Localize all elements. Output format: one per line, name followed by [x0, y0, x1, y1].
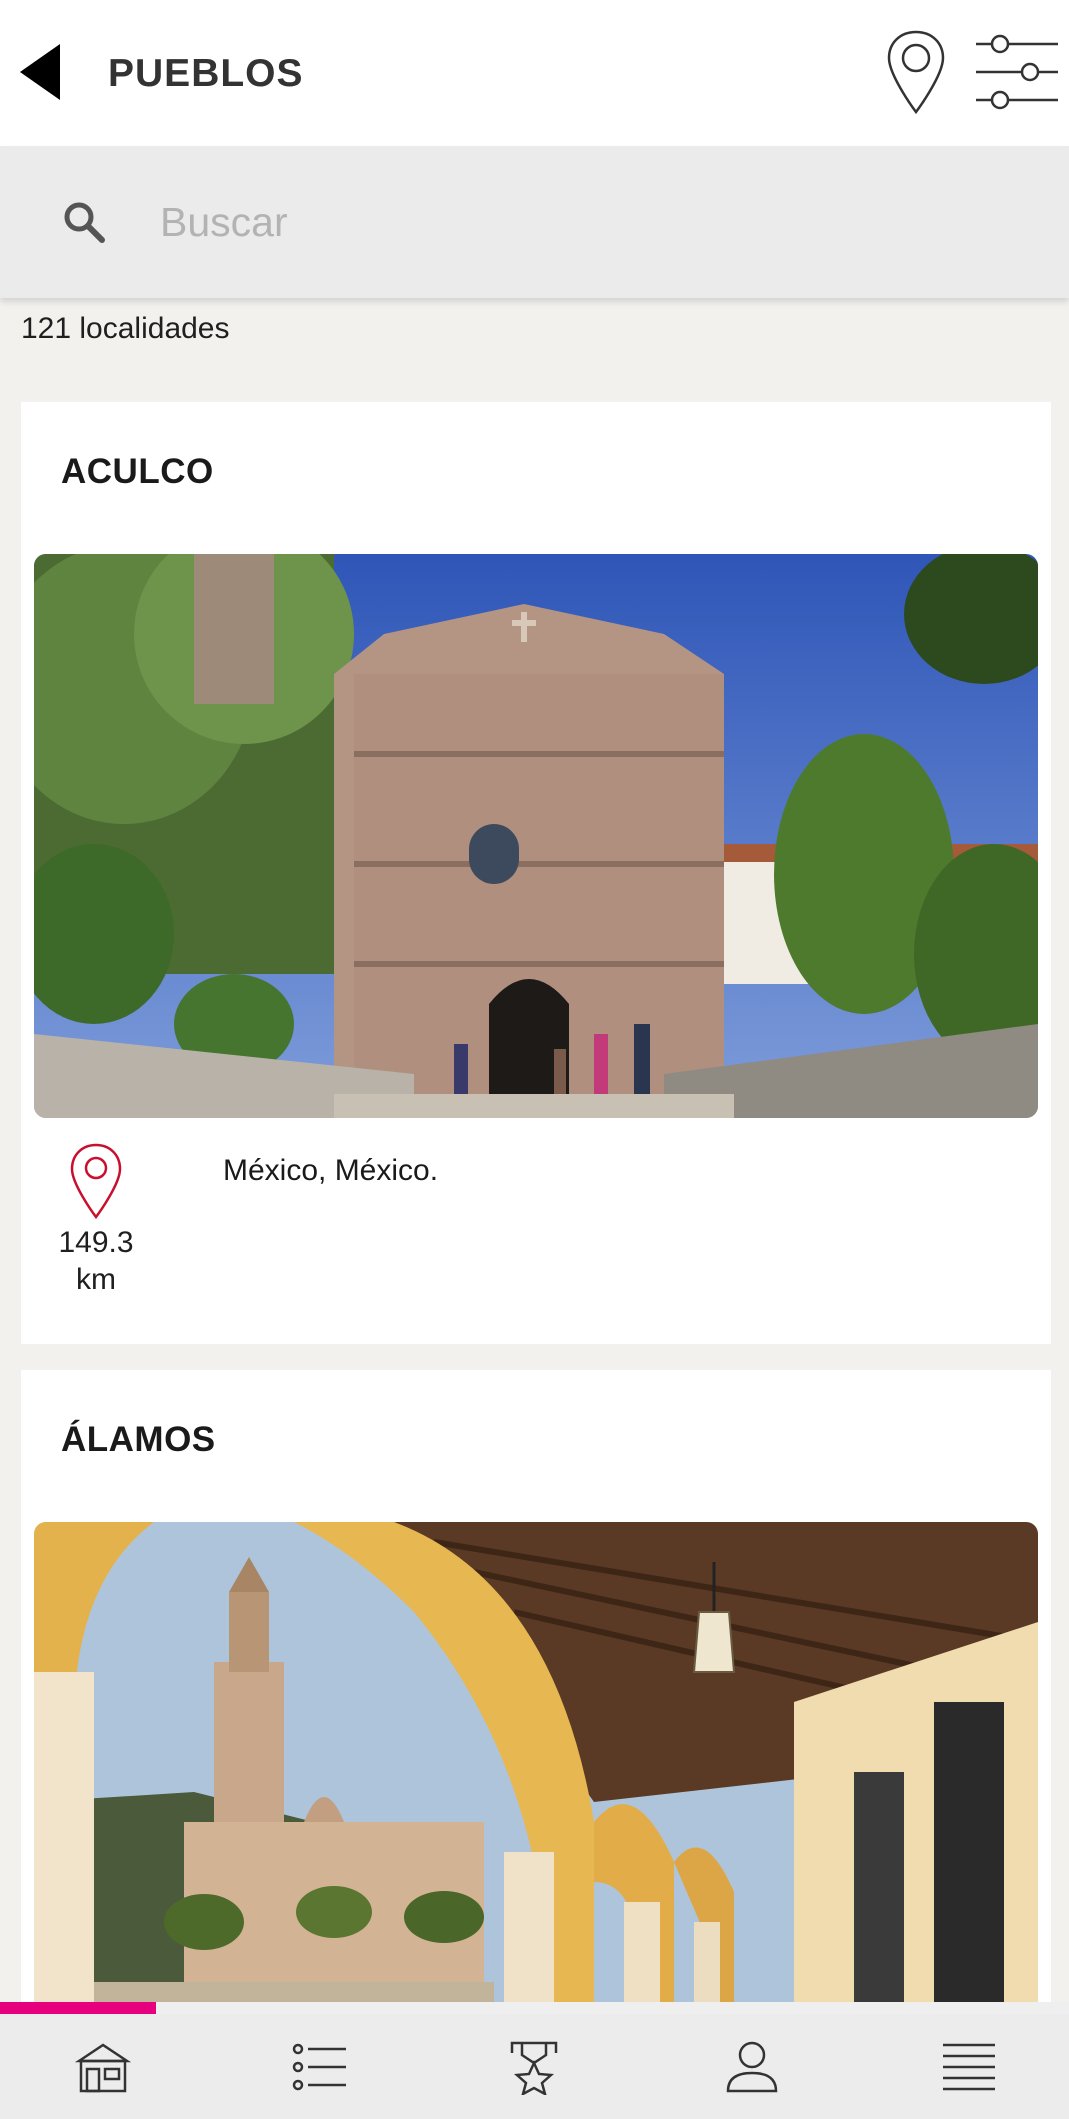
distance-unit: km	[76, 1263, 116, 1296]
town-card[interactable]: ACULCO 149.3 km México, México.	[21, 402, 1051, 1344]
distance-value: 149.3	[58, 1226, 134, 1259]
arcade-church-photo[interactable]	[34, 1522, 1038, 2030]
back-button[interactable]	[16, 40, 64, 104]
town-name: ACULCO	[61, 452, 214, 491]
results-count: 121 localidades	[21, 312, 230, 345]
tab-profile[interactable]	[692, 2014, 812, 2119]
town-card[interactable]: ÁLAMOS	[21, 1370, 1051, 2030]
list-icon	[292, 2043, 346, 2090]
filter-button[interactable]	[974, 34, 1058, 110]
sliders-icon	[976, 34, 1058, 110]
page-title: PUEBLOS	[108, 52, 304, 95]
location-pin-icon	[70, 1143, 122, 1220]
back-arrow-icon	[20, 44, 60, 100]
distance-label: 149.3 km	[51, 1224, 141, 1298]
menu-icon	[943, 2043, 995, 2090]
map-view-button[interactable]	[884, 28, 948, 116]
scroll-progress-fill	[0, 2002, 157, 2014]
tab-list[interactable]	[260, 2014, 380, 2119]
tab-badges[interactable]	[474, 2014, 594, 2119]
town-hall-icon	[75, 2042, 131, 2092]
search-input[interactable]	[160, 184, 1020, 260]
search-bar	[0, 146, 1069, 298]
scroll-progress-bar	[0, 2002, 1069, 2014]
medal-icon	[510, 2041, 558, 2095]
church-plaza-photo[interactable]	[34, 554, 1038, 1118]
tab-home[interactable]	[43, 2014, 163, 2119]
map-pin-icon	[887, 30, 945, 115]
tab-menu[interactable]	[909, 2014, 1029, 2119]
town-name: ÁLAMOS	[61, 1420, 216, 1459]
search-icon	[64, 202, 105, 243]
bottom-tab-bar	[0, 2014, 1069, 2119]
user-icon	[726, 2041, 778, 2092]
region-label: México, México.	[223, 1154, 439, 1187]
top-app-bar: PUEBLOS	[0, 0, 1069, 146]
